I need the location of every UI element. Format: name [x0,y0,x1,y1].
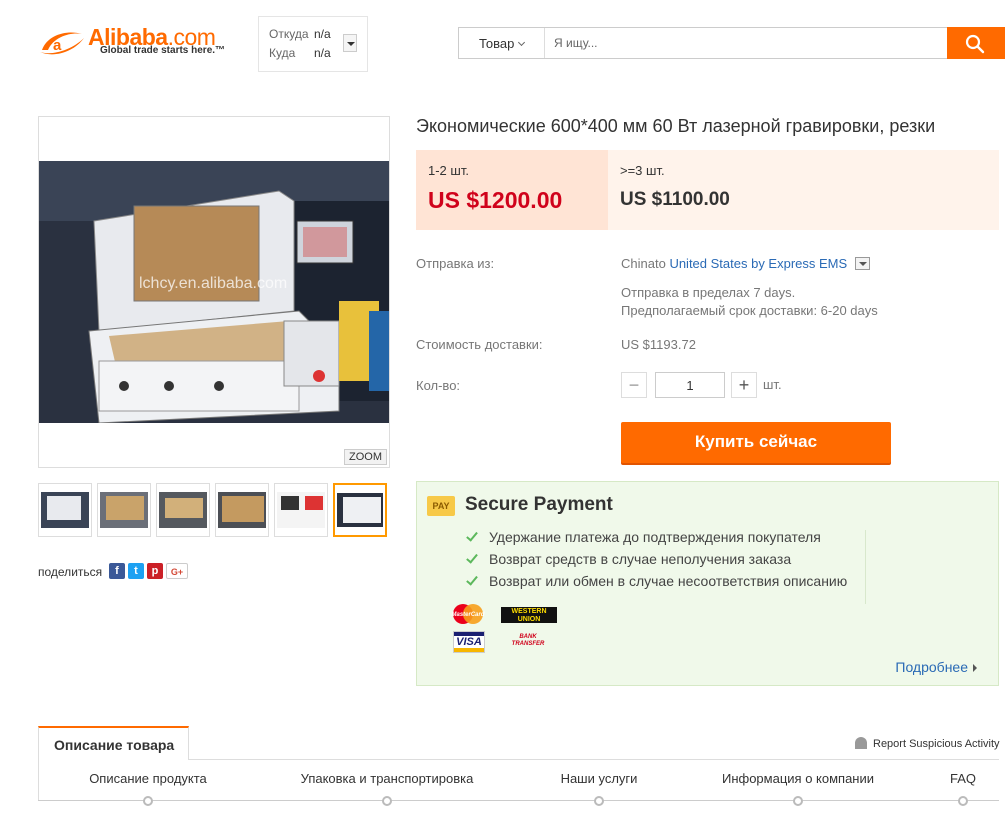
quantity-label: Кол-во: [416,378,461,393]
section-nav-dot[interactable] [382,796,392,806]
section-nav-company-info[interactable]: Информация о компании [722,771,874,786]
shipping-cost-label: Стоимость доставки: [416,337,543,352]
quantity-increase-button[interactable]: + [731,372,757,398]
search-icon [965,34,985,54]
svg-text:MasterCard: MasterCard [451,612,484,618]
shipping-to-text: to [654,256,666,271]
thumbnail-2[interactable] [97,483,151,537]
report-icon [855,737,867,749]
divider [865,530,866,604]
route-selector[interactable]: Откуда n/a Куда n/a [258,16,368,72]
tab-side-border [38,759,39,801]
secure-payment-list: Удержание платежа до подтверждения покуп… [466,529,847,595]
price-tier-2: >=3 шт. US $1100.00 [608,150,999,230]
route-from-value: n/a [314,27,331,41]
main-product-image[interactable]: lchcy.en.alibaba.com ZOOM [38,116,390,468]
section-nav-product-description[interactable]: Описание продукта [89,771,207,786]
shipping-method-link[interactable]: United States by Express EMS [669,256,847,271]
price-tier-1: 1-2 шт. US $1200.00 [416,150,608,230]
visa-logo: VISA [453,631,485,653]
shipping-dropdown-button[interactable] [855,257,871,271]
check-icon [466,529,478,542]
alibaba-logo[interactable]: a Alibaba.com Global trade starts here.™ [38,24,238,64]
share-section: поделиться f t p G+ [38,563,188,579]
list-item: Возврат средств в случае неполучения зак… [466,551,847,573]
bank-transfer-logo: BANK TRANSFER [511,634,545,647]
section-nav-services[interactable]: Наши услуги [561,771,638,786]
product-photo: lchcy.en.alibaba.com [39,161,389,423]
twitter-icon[interactable]: t [128,563,144,579]
quantity-decrease-button[interactable]: − [621,372,647,398]
check-icon [466,551,478,564]
shipping-from: China [621,256,655,271]
mastercard-logo: MasterCard [451,603,485,625]
delivery-time: Предполагаемый срок доставки: 6-20 days [621,303,878,318]
tier-price: US $1200.00 [428,187,563,213]
thumbnail-6[interactable] [333,483,387,537]
section-nav-dot[interactable] [793,796,803,806]
google-plus-icon[interactable]: G+ [166,563,188,579]
section-nav-dot[interactable] [594,796,604,806]
thumbnail-3[interactable] [156,483,210,537]
western-union-logo: WESTERN UNION [501,607,557,623]
secure-payment-title: Secure Payment [465,494,613,515]
secure-payment-panel: PAY Secure Payment Удержание платежа до … [416,481,999,686]
route-to: Куда n/a [269,46,331,60]
chevron-right-icon [973,664,977,672]
route-to-value: n/a [314,46,331,60]
section-nav-dot[interactable] [143,796,153,806]
product-title: Экономические 600*400 мм 60 Вт лазерной … [416,116,936,136]
thumbnail-1[interactable] [38,483,92,537]
svg-text:a: a [53,37,62,54]
buy-now-button[interactable]: Купить сейчас [621,422,891,463]
pay-icon: PAY [427,496,455,516]
alibaba-logo-icon: a [40,32,84,55]
chevron-down-icon [518,38,526,47]
route-from-label: Откуда [269,27,309,41]
zoom-label[interactable]: ZOOM [344,449,387,465]
route-dropdown-button[interactable] [343,34,357,52]
section-nav-packaging[interactable]: Упаковка и транспортировка [301,771,474,786]
list-item: Возврат или обмен в случае несоответстви… [466,573,847,595]
route-from: Откуда n/a [269,27,331,41]
more-details-link[interactable]: Подробнее [895,659,977,675]
report-suspicious-link[interactable]: Report Suspicious Activity [855,737,1000,750]
pinterest-icon[interactable]: p [147,563,163,579]
search-category-select[interactable]: Товар [459,28,545,58]
shipping-cost-value: US $1193.72 [621,337,696,352]
thumbnail-4[interactable] [215,483,269,537]
quantity-input[interactable] [655,372,725,398]
shipping-route: Chinato United States by Express EMS [621,256,871,271]
share-label: поделиться [38,565,103,579]
section-nav-faq[interactable]: FAQ [950,771,976,786]
quantity-unit: шт. [763,377,782,392]
shipping-label: Отправка из: [416,256,495,271]
search-category-label: Товар [479,36,515,51]
check-icon [466,573,478,586]
search-button[interactable] [947,27,1005,59]
list-item: Удержание платежа до подтверждения покуп… [466,529,847,551]
search-bar: Товар [458,27,1005,59]
route-to-label: Куда [269,46,296,60]
facebook-icon[interactable]: f [109,563,125,579]
tier-price: US $1100.00 [620,189,730,210]
tier-quantity: >=3 шт. [620,163,665,178]
tier-quantity: 1-2 шт. [428,163,469,178]
thumbnail-5[interactable] [274,483,328,537]
ship-within: Отправка в пределах 7 days. [621,285,796,300]
section-nav-line [38,800,999,801]
tab-product-description[interactable]: Описание товара [38,726,189,760]
search-input[interactable] [546,28,946,58]
logo-tagline: Global trade starts here.™ [100,45,226,56]
price-tiers: 1-2 шт. US $1200.00 >=3 шт. US $1100.00 [416,150,999,230]
image-watermark: lchcy.en.alibaba.com [139,275,287,292]
section-nav-dot[interactable] [958,796,968,806]
